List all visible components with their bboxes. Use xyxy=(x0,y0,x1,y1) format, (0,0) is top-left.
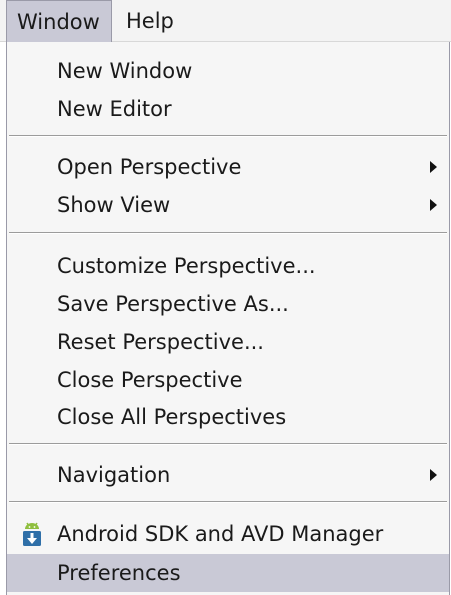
menu-separator xyxy=(9,135,447,137)
menu-bar: Window Help xyxy=(0,0,451,42)
menu-item-android-sdk-avd-manager[interactable]: Android SDK and AVD Manager xyxy=(7,515,449,553)
menu-item-close-all-perspectives[interactable]: Close All Perspectives xyxy=(7,398,449,436)
submenu-arrow-icon xyxy=(430,199,437,211)
menu-item-label: Save Perspective As... xyxy=(57,292,289,316)
menu-item-customize-perspective[interactable]: Customize Perspective... xyxy=(7,247,449,285)
submenu-arrow-icon xyxy=(430,469,437,481)
menu-item-open-perspective[interactable]: Open Perspective xyxy=(7,148,449,186)
eclipse-window-menu-screen: Window Help New Window New Editor Open P… xyxy=(0,0,451,595)
menu-item-label: Customize Perspective... xyxy=(57,254,316,278)
menu-separator xyxy=(9,501,447,503)
menu-item-label: Open Perspective xyxy=(57,155,242,179)
menu-item-label: Close Perspective xyxy=(57,368,243,392)
menu-item-label: New Editor xyxy=(57,97,172,121)
menu-item-show-view[interactable]: Show View xyxy=(7,186,449,224)
menu-item-reset-perspective[interactable]: Reset Perspective... xyxy=(7,323,449,361)
menu-item-new-editor[interactable]: New Editor xyxy=(7,90,449,128)
menu-item-label: Close All Perspectives xyxy=(57,405,287,429)
menu-item-new-window[interactable]: New Window xyxy=(7,52,449,90)
menu-separator xyxy=(9,232,447,234)
menu-item-save-perspective-as[interactable]: Save Perspective As... xyxy=(7,285,449,323)
menu-window[interactable]: Window xyxy=(6,0,112,42)
android-sdk-icon xyxy=(23,522,41,546)
window-dropdown-menu: New Window New Editor Open Perspective S… xyxy=(6,42,450,595)
menu-item-preferences[interactable]: Preferences xyxy=(7,554,449,592)
menu-separator xyxy=(9,443,447,445)
menu-item-label: Android SDK and AVD Manager xyxy=(57,522,384,546)
menu-item-label: Show View xyxy=(57,193,171,217)
menu-item-close-perspective[interactable]: Close Perspective xyxy=(7,361,449,399)
menu-item-label: Reset Perspective... xyxy=(57,330,264,354)
submenu-arrow-icon xyxy=(430,161,437,173)
menu-help[interactable]: Help xyxy=(116,0,184,42)
menu-item-label: New Window xyxy=(57,59,193,83)
menu-item-label: Preferences xyxy=(57,561,181,585)
menu-item-navigation[interactable]: Navigation xyxy=(7,456,449,494)
menu-item-label: Navigation xyxy=(57,463,171,487)
